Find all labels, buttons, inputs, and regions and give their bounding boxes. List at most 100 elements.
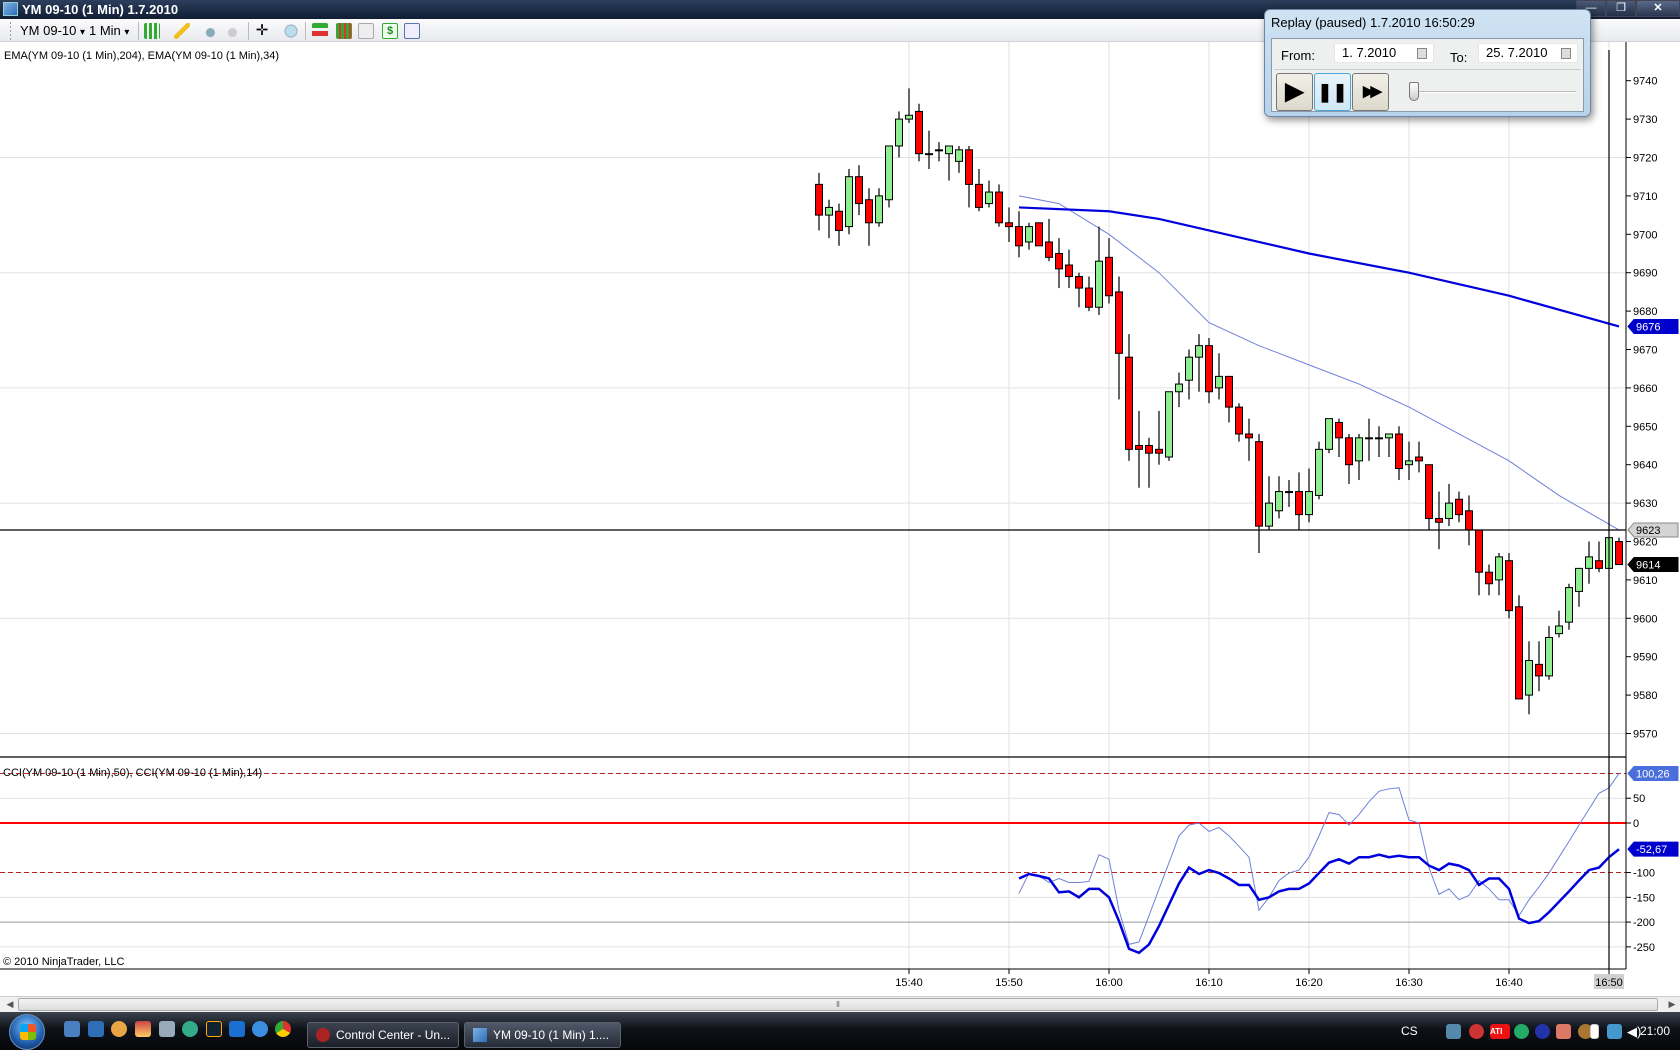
zoom-in-icon[interactable] (204, 23, 220, 39)
speaker-app-icon[interactable] (1556, 1024, 1571, 1039)
price-chart[interactable]: 9740 9730 9720 9710 9700 9690 9680 9670 9660 9650… (0, 42, 1680, 996)
scrollbar-thumb[interactable]: ⦀ (18, 998, 1658, 1011)
security-shield-icon[interactable] (1469, 1024, 1484, 1039)
play-button[interactable]: ▶ (1276, 73, 1313, 111)
internet-explorer-icon[interactable] (252, 1021, 268, 1037)
candle-body-down (1065, 264, 1073, 278)
battery-icon[interactable] (1590, 1024, 1599, 1039)
pause-button[interactable]: ❚❚ (1314, 73, 1351, 111)
pause-icon: ❚❚ (1317, 82, 1348, 102)
bluetooth-icon[interactable] (1535, 1024, 1550, 1039)
start-button[interactable] (9, 1014, 45, 1050)
candle-body-down (975, 183, 983, 208)
show-desktop-icon[interactable] (64, 1021, 80, 1037)
candle-body-down (1395, 433, 1403, 470)
candle-body-down (1085, 287, 1093, 308)
media-player-icon[interactable] (229, 1021, 245, 1037)
tray-app-icon[interactable] (1446, 1024, 1461, 1039)
ninjatrader-icon[interactable] (206, 1021, 222, 1037)
replay-title: Replay (paused) 1.7.2010 16:50:29 (1271, 15, 1475, 30)
candle (1415, 441, 1423, 473)
candle (875, 188, 883, 227)
candle-body-down (1485, 571, 1493, 585)
strategies-icon[interactable] (312, 23, 328, 39)
horizontal-scrollbar[interactable]: ◀ ⦀ ▶ (0, 996, 1680, 1012)
scroll-right-icon[interactable]: ▶ (1664, 997, 1680, 1012)
chart-style-icon[interactable] (144, 23, 160, 39)
close-button[interactable]: ✕ (1636, 0, 1680, 17)
candle (1315, 441, 1323, 500)
ati-icon[interactable]: ATI (1490, 1024, 1510, 1039)
candle (1335, 418, 1343, 458)
candle (1575, 567, 1583, 607)
instrument-selector[interactable]: YM 09-10 ▾ (20, 23, 85, 39)
maximize-button[interactable]: ❐ (1606, 0, 1636, 17)
replay-speed-track[interactable] (1412, 91, 1576, 93)
time-tick-label: 16:40 (1495, 977, 1523, 989)
replay-speed-slider[interactable] (1409, 82, 1419, 101)
candle-body-down (1475, 529, 1483, 573)
cci-tick-label: -150 (1633, 892, 1655, 904)
candle-body-down (1155, 448, 1163, 454)
cci-tick-label: -250 (1633, 942, 1655, 954)
candle (1395, 426, 1403, 481)
window-title: YM 09-10 (1 Min) 1.7.2010 (22, 2, 179, 17)
data-box-icon[interactable] (283, 23, 299, 39)
crosshair-icon[interactable]: ✛ (254, 23, 270, 39)
candle-body-down (1015, 226, 1023, 247)
candle-body-up (1285, 491, 1293, 494)
quicklaunch-app-icon[interactable] (111, 1021, 127, 1037)
taskbar-item-chart[interactable]: YM 09-10 (1 Min) 1.... (464, 1022, 621, 1048)
dollar-icon[interactable]: $ (382, 23, 398, 39)
scroll-left-icon[interactable]: ◀ (2, 997, 18, 1012)
price-tick-label: 9700 (1633, 229, 1657, 241)
candle (1005, 207, 1013, 242)
candle (865, 188, 873, 246)
quicklaunch-tool-icon[interactable] (135, 1021, 151, 1037)
price-tick-label: 9720 (1633, 153, 1657, 165)
properties-icon[interactable] (404, 23, 420, 39)
calculator-icon[interactable] (159, 1021, 175, 1037)
taskbar-item-control-center[interactable]: Control Center - Un... (307, 1022, 459, 1048)
candle (1535, 641, 1543, 692)
windows-logo-icon (20, 1024, 36, 1040)
candle (1265, 476, 1273, 530)
candle (1225, 375, 1233, 423)
candle (1165, 391, 1173, 461)
network-icon[interactable] (182, 1021, 198, 1037)
candle (1235, 403, 1243, 442)
candle (1505, 553, 1513, 619)
copyright-text: © 2010 NinjaTrader, LLC (3, 956, 125, 968)
period-selector[interactable]: 1 Min ▾ (89, 23, 129, 39)
candle (895, 111, 903, 158)
clock[interactable]: 21:00 (1640, 1012, 1670, 1050)
switch-windows-icon[interactable] (88, 1021, 104, 1037)
chrome-icon[interactable] (275, 1021, 291, 1037)
candle (1135, 410, 1143, 488)
to-date-picker[interactable]: 25. 7.2010 (1478, 43, 1578, 63)
network-status-icon[interactable] (1607, 1024, 1622, 1039)
candle-body-up (1305, 491, 1313, 516)
candle (1195, 334, 1203, 392)
candle-body-down (1535, 663, 1543, 677)
indicators-icon[interactable] (336, 23, 352, 39)
tray-green-icon[interactable] (1514, 1024, 1529, 1039)
candle-body-up (1585, 556, 1593, 569)
candle (1545, 625, 1553, 680)
from-date-picker[interactable]: 1. 7.2010 (1334, 43, 1434, 63)
candle-body-down (1425, 464, 1433, 519)
candle (1205, 337, 1213, 404)
candle-body-up (1555, 625, 1563, 635)
line-chart-icon[interactable] (358, 23, 374, 39)
cci-tick-label: 50 (1633, 793, 1645, 805)
candle-body-down (1595, 560, 1603, 569)
language-indicator[interactable]: CS (1401, 1012, 1418, 1050)
candle-body-up (905, 114, 913, 120)
candle (1185, 349, 1193, 400)
fast-forward-button[interactable]: ▶▶ (1352, 73, 1389, 111)
candle-body-up (1025, 226, 1033, 243)
toolbar-grip[interactable] (10, 22, 11, 40)
candle-body-down (1335, 421, 1343, 439)
candle-body-down (995, 191, 1003, 224)
pencil-draw-icon[interactable] (174, 23, 190, 39)
